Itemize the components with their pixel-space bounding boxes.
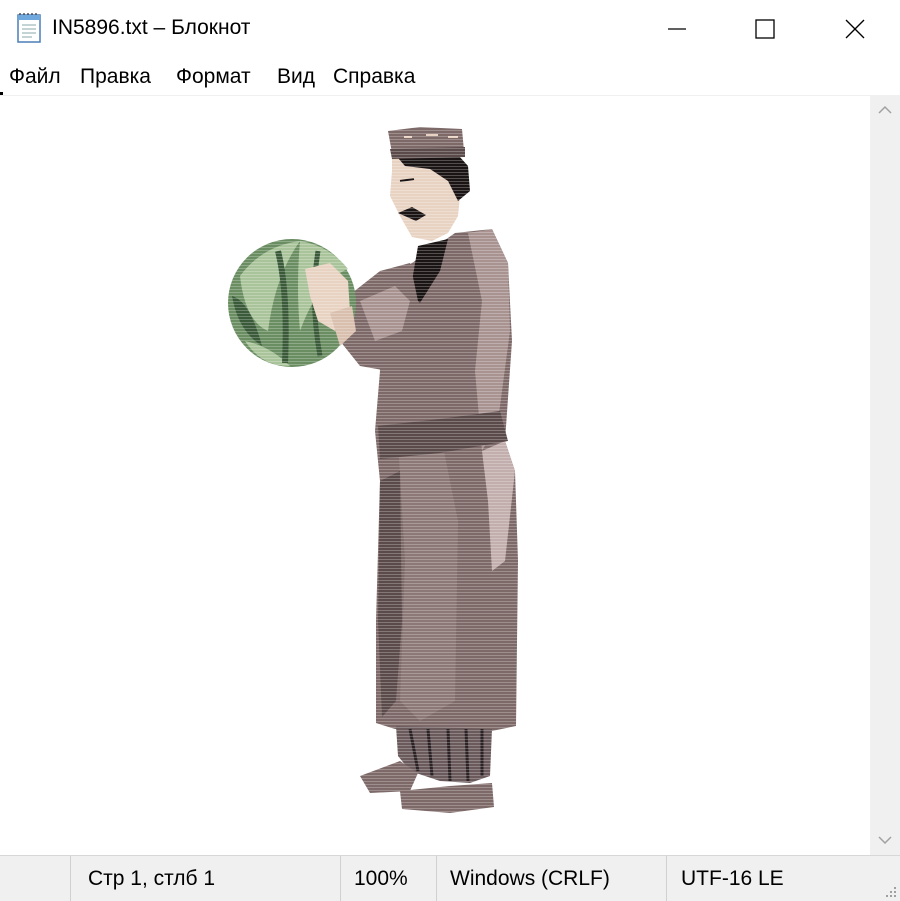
minimize-button[interactable]: [632, 0, 722, 58]
menu-view[interactable]: Вид: [277, 65, 315, 89]
line-endings: Windows (CRLF): [450, 866, 610, 890]
status-divider: [436, 856, 437, 901]
close-icon: [845, 19, 865, 39]
vertical-scrollbar[interactable]: [870, 95, 900, 855]
encoding: UTF-16 LE: [681, 866, 784, 890]
status-divider: [666, 856, 667, 901]
scroll-down-button[interactable]: [870, 825, 900, 855]
menu-edit[interactable]: Правка: [80, 65, 151, 89]
close-button[interactable]: [810, 0, 900, 58]
status-bar: Стр 1, стлб 1 100% Windows (CRLF) UTF-16…: [0, 855, 900, 901]
chevron-down-icon: [878, 836, 892, 845]
menu-format[interactable]: Формат: [176, 65, 251, 89]
title-bar: IN5896.txt – Блокнот: [0, 0, 900, 58]
maximize-icon: [755, 19, 775, 39]
status-divider: [340, 856, 341, 901]
man-holding-watermelon-ascii-art: [220, 121, 530, 821]
text-editor[interactable]: [0, 95, 870, 856]
cursor-position: Стр 1, стлб 1: [88, 866, 216, 890]
resize-grip-icon[interactable]: [882, 883, 898, 899]
menu-help[interactable]: Справка: [333, 65, 415, 89]
window-title: IN5896.txt – Блокнот: [52, 16, 251, 39]
menu-file[interactable]: Файл: [9, 65, 61, 89]
maximize-button[interactable]: [720, 0, 810, 58]
minimize-icon: [668, 28, 686, 30]
zoom-level: 100%: [354, 866, 408, 890]
scroll-up-button[interactable]: [870, 95, 900, 125]
status-divider: [70, 856, 71, 901]
chevron-up-icon: [878, 105, 892, 114]
notepad-icon: [17, 13, 41, 43]
menu-bar: Файл Правка Формат Вид Справка: [0, 58, 900, 94]
